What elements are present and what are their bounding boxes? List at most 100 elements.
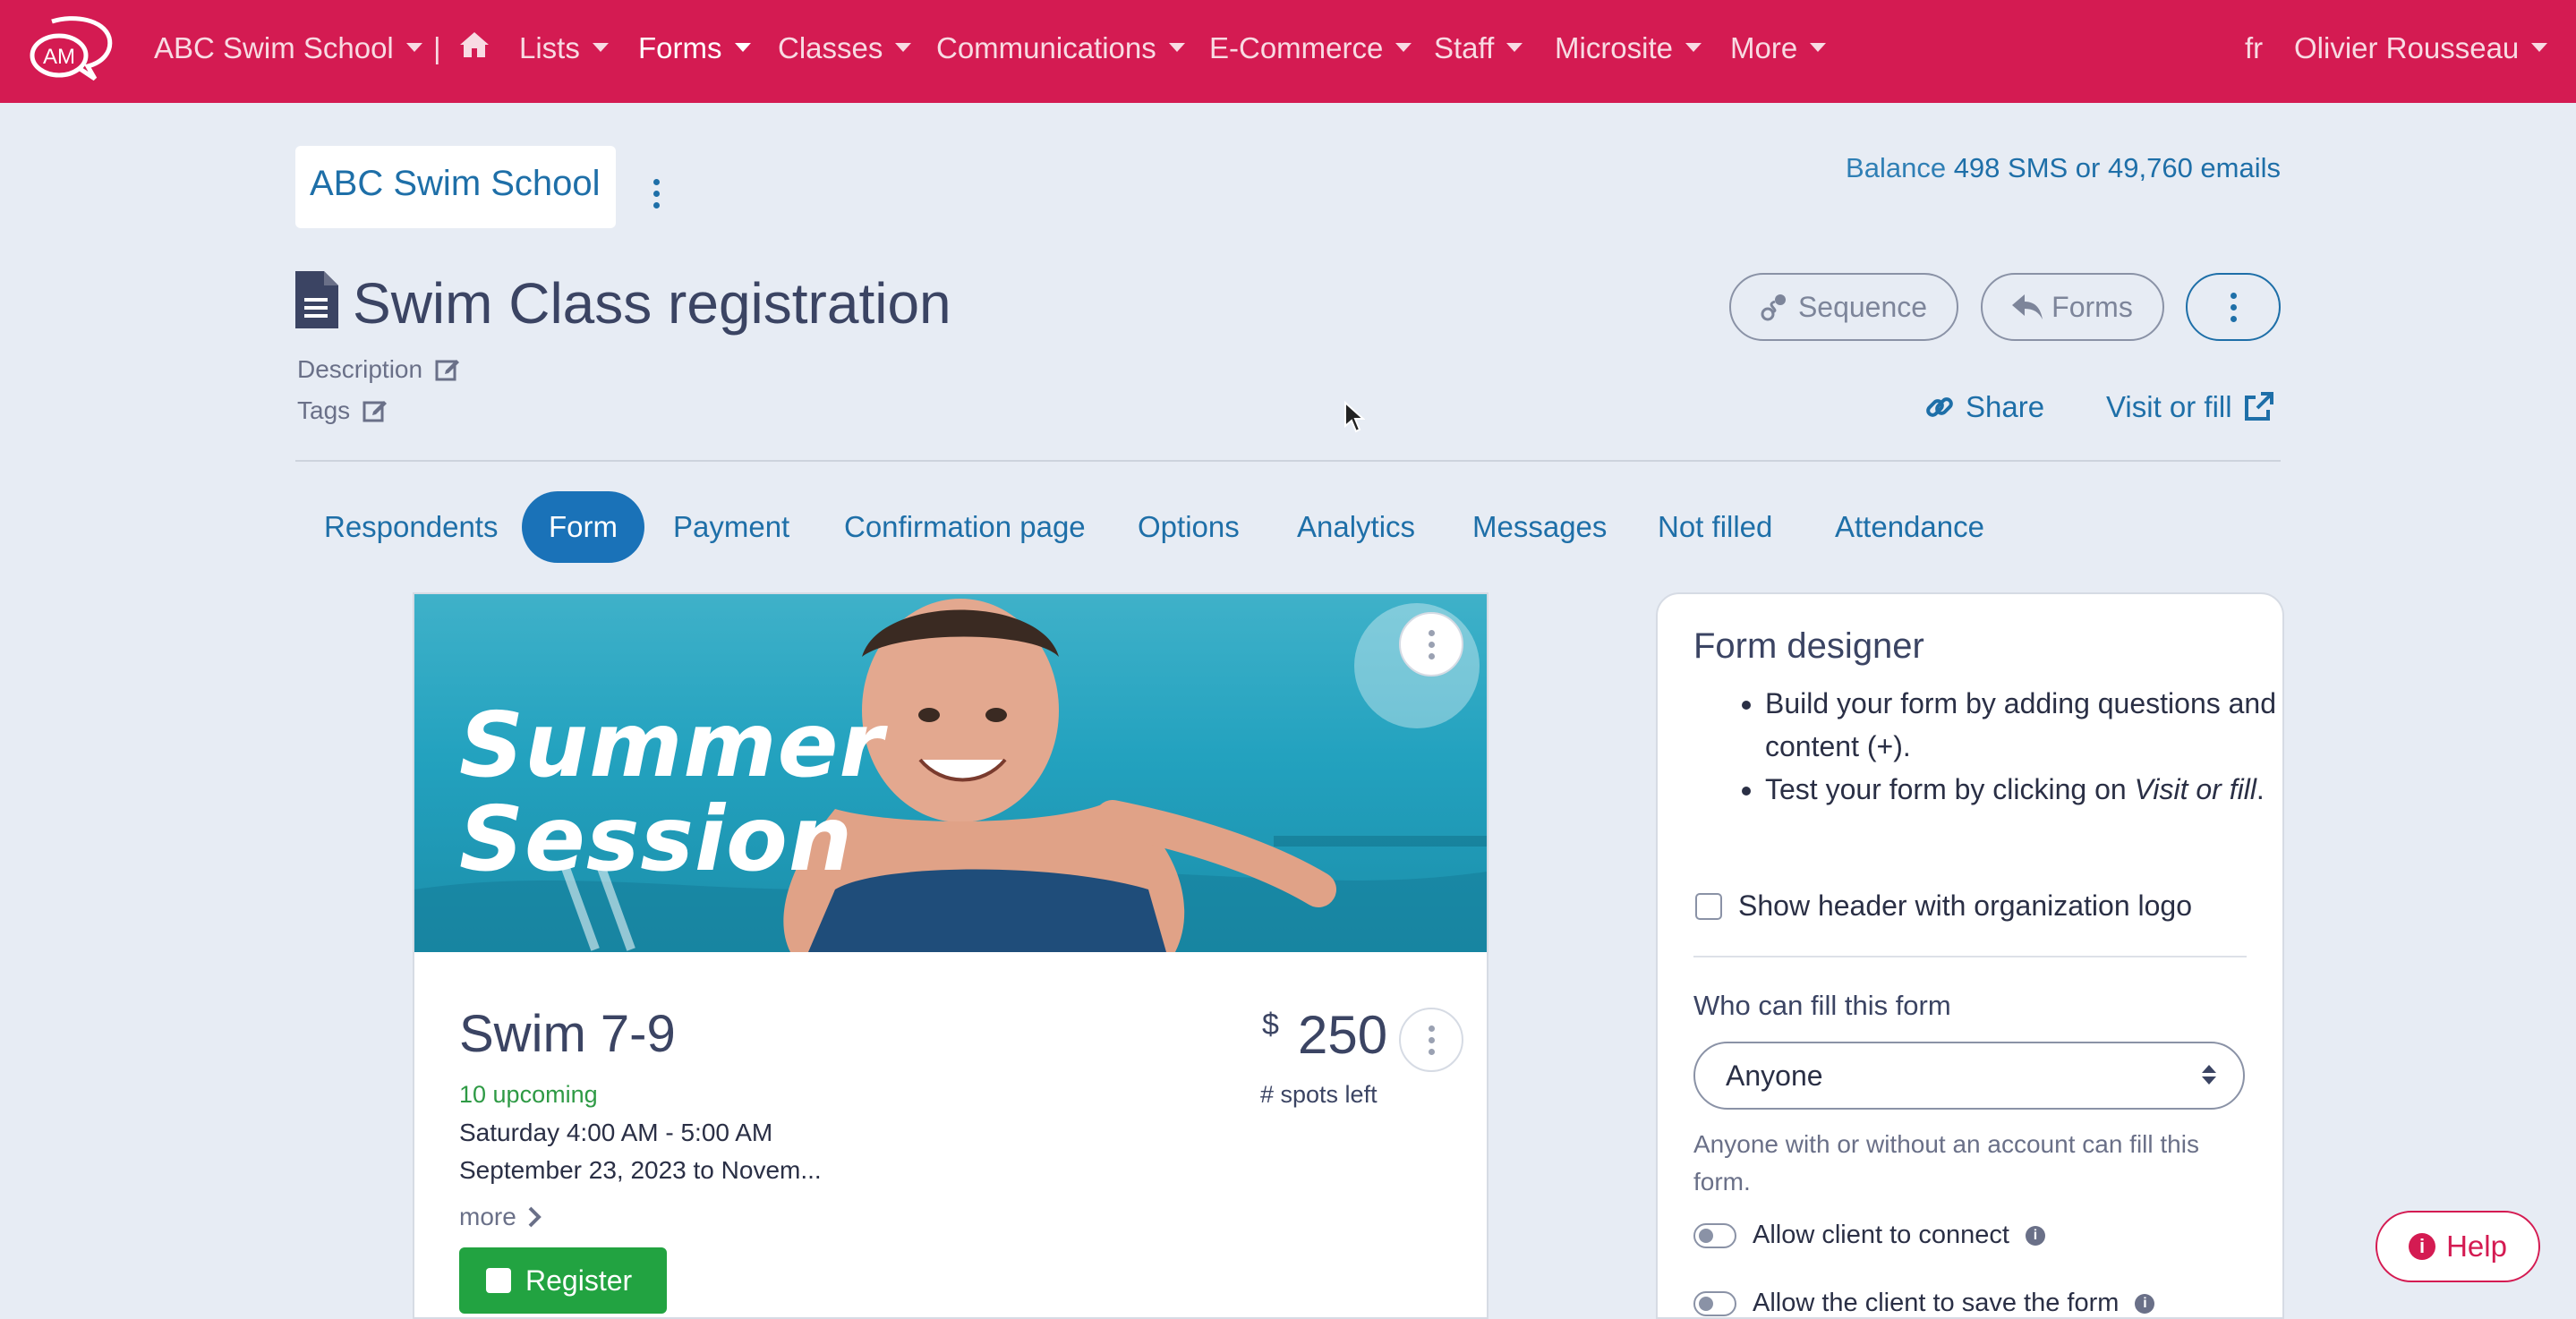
select-arrows-icon: [2202, 1065, 2216, 1085]
help-button[interactable]: i Help: [2376, 1211, 2540, 1282]
tab-form[interactable]: Form: [522, 491, 644, 563]
panel-divider: [1693, 956, 2247, 957]
org-options-icon[interactable]: [650, 179, 662, 208]
chevron-down-icon: [1506, 43, 1523, 53]
chevron-down-icon: [895, 43, 912, 53]
form-preview-card: Summer Session Swim 7-9 10 upcoming Satu…: [413, 592, 1488, 1319]
tab-analytics[interactable]: Analytics: [1297, 491, 1415, 563]
info-icon[interactable]: i: [2135, 1293, 2155, 1314]
class-options-button[interactable]: [1399, 1008, 1463, 1072]
tab-respondents[interactable]: Respondents: [324, 491, 498, 563]
back-to-forms-button[interactable]: Forms: [1981, 273, 2164, 341]
tip2-suffix: .: [2256, 773, 2265, 805]
forms-label: Forms: [2051, 290, 2133, 323]
nav-staff-label: Staff: [1434, 31, 1495, 64]
allow-save-label: Allow the client to save the form: [1753, 1289, 2120, 1317]
reply-icon: [2012, 294, 2043, 319]
edit-icon: [363, 400, 387, 422]
user-menu[interactable]: Olivier Rousseau: [2294, 27, 2548, 70]
nav-communications-label: Communications: [936, 31, 1156, 64]
nav-more-label: More: [1730, 31, 1798, 64]
info-icon[interactable]: i: [2025, 1225, 2045, 1246]
tab-confirmation-page[interactable]: Confirmation page: [844, 491, 1086, 563]
nav-microsite[interactable]: Microsite: [1555, 27, 1702, 70]
logo-icon[interactable]: AM: [25, 16, 113, 82]
more-vertical-icon: [1425, 1025, 1437, 1055]
who-can-fill-select[interactable]: Anyone: [1693, 1042, 2245, 1110]
chevron-down-icon: [1168, 43, 1185, 53]
spots-left-label: # spots left: [1260, 1081, 1378, 1108]
tip-item: Test your form by clicking on Visit or f…: [1765, 768, 2282, 811]
tags-edit[interactable]: Tags: [297, 396, 388, 425]
mouse-cursor-icon: [1344, 401, 1365, 433]
allow-save-option[interactable]: Allow the client to save the form i: [1693, 1289, 2155, 1317]
nav-microsite-label: Microsite: [1555, 31, 1674, 64]
org-name-card[interactable]: ABC Swim School: [295, 146, 616, 228]
nav-lists-label: Lists: [519, 31, 580, 64]
more-label: more: [459, 1203, 516, 1230]
nav-forms-label: Forms: [638, 31, 722, 64]
nav-home[interactable]: [458, 27, 490, 70]
banner-line-2: Session: [459, 787, 854, 891]
nav-communications[interactable]: Communications: [936, 27, 1185, 70]
help-label: Help: [2446, 1230, 2507, 1263]
nav-more[interactable]: More: [1730, 27, 1827, 70]
chevron-down-icon: [1395, 43, 1412, 53]
allow-connect-toggle[interactable]: [1693, 1222, 1736, 1248]
tab-attendance[interactable]: Attendance: [1835, 491, 1984, 563]
more-vertical-icon: [2227, 293, 2239, 322]
allow-save-toggle[interactable]: [1693, 1290, 1736, 1316]
tab-not-filled[interactable]: Not filled: [1658, 491, 1772, 563]
tip2-prefix: Test your form by clicking on: [1765, 773, 2135, 805]
nav-staff[interactable]: Staff: [1434, 27, 1523, 70]
sequence-button[interactable]: Sequence: [1729, 273, 1958, 341]
upcoming-count: 10 upcoming: [459, 1081, 598, 1108]
show-header-checkbox[interactable]: [1695, 892, 1722, 920]
nav-ecommerce[interactable]: E-Commerce: [1209, 27, 1412, 70]
nav-classes[interactable]: Classes: [778, 27, 912, 70]
chevron-down-icon: [734, 43, 751, 53]
designer-tips: Build your form by adding questions and …: [1693, 682, 2282, 811]
share-label: Share: [1966, 390, 2045, 423]
banner-line-1: Summer: [459, 693, 884, 797]
language-switch[interactable]: fr: [2245, 27, 2263, 70]
tip-item: Build your form by adding questions and …: [1765, 682, 2282, 768]
description-edit[interactable]: Description: [297, 355, 460, 384]
balance-label: Balance: [1846, 152, 1947, 183]
form-designer-panel: Form designer Build your form by adding …: [1656, 592, 2284, 1319]
nav-forms[interactable]: Forms: [638, 27, 751, 70]
nav-org-dropdown[interactable]: ABC Swim School: [154, 27, 422, 70]
sequence-label: Sequence: [1797, 290, 1928, 323]
class-schedule: Saturday 4:00 AM - 5:00 AM: [459, 1119, 773, 1146]
class-title: Swim 7-9: [459, 1005, 676, 1063]
sequence-icon: [1761, 294, 1786, 321]
tab-options[interactable]: Options: [1138, 491, 1240, 563]
more-link[interactable]: more: [459, 1203, 542, 1231]
top-navbar: AM ABC Swim School | Lists Forms Classes…: [0, 0, 2576, 103]
chevron-down-icon: [592, 43, 609, 53]
nav-ecommerce-label: E-Commerce: [1209, 31, 1384, 64]
chevron-right-icon: [528, 1206, 542, 1228]
show-header-option[interactable]: Show header with organization logo: [1695, 889, 2192, 923]
share-link[interactable]: Share: [1924, 390, 2044, 424]
tab-messages[interactable]: Messages: [1472, 491, 1607, 563]
visit-or-fill-link[interactable]: Visit or fill: [2106, 390, 2273, 424]
nav-lists[interactable]: Lists: [519, 27, 609, 70]
chevron-down-icon: [405, 43, 422, 53]
currency-symbol: $: [1262, 1008, 1279, 1042]
allow-connect-label: Allow client to connect: [1753, 1221, 2009, 1249]
logo-text: AM: [43, 45, 75, 69]
more-options-button[interactable]: [2186, 273, 2281, 341]
link-icon: [1926, 397, 1953, 417]
banner-options-button[interactable]: [1399, 612, 1463, 677]
visit-label: Visit or fill: [2106, 390, 2232, 423]
who-can-fill-value: Anyone: [1726, 1059, 1823, 1092]
tab-payment[interactable]: Payment: [673, 491, 789, 563]
register-button[interactable]: Register: [459, 1247, 667, 1314]
chevron-down-icon: [1685, 43, 1702, 53]
allow-connect-option[interactable]: Allow client to connect i: [1693, 1221, 2045, 1250]
balance-info[interactable]: Balance 498 SMS or 49,760 emails: [1846, 152, 2281, 184]
org-name: ABC Swim School: [310, 164, 601, 203]
checkbox-icon: [486, 1268, 511, 1293]
show-header-label: Show header with organization logo: [1738, 889, 2192, 922]
